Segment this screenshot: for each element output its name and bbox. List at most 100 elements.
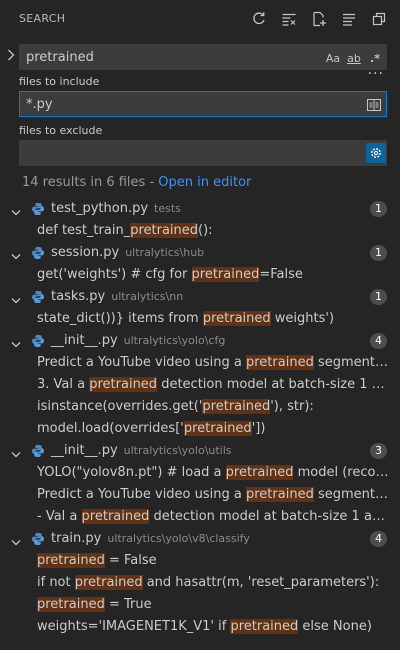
- file-label: train.py ultralytics\yolo\v8\classify: [51, 528, 250, 550]
- match-result-row[interactable]: - Val a pretrained detection model at ba…: [0, 506, 400, 528]
- file-path: tests: [154, 202, 181, 215]
- files-to-include-input[interactable]: [26, 92, 316, 116]
- file-result-row[interactable]: tasks.py ultralytics\nn 1: [0, 286, 400, 308]
- match-prefix: 3. Val a: [37, 377, 90, 392]
- match-highlight: pretrained: [246, 487, 314, 502]
- match-result-row[interactable]: if not pretrained and hasattr(m, 'reset_…: [0, 572, 400, 594]
- file-label: test_python.py tests: [51, 198, 181, 220]
- match-result-row[interactable]: pretrained = False: [0, 550, 400, 572]
- header-actions: [248, 8, 390, 30]
- match-prefix: state_dict())} items from: [37, 311, 203, 326]
- match-case-toggle[interactable]: Aa: [325, 49, 341, 67]
- view-as-tree-icon[interactable]: [368, 8, 390, 30]
- match-prefix: model.load(overrides[': [37, 421, 184, 436]
- match-count-badge: 1: [370, 289, 387, 305]
- file-label: session.py ultralytics\hub: [51, 242, 204, 264]
- file-result-row[interactable]: session.py ultralytics\hub 1: [0, 242, 400, 264]
- file-name: __init__.py: [51, 443, 118, 458]
- match-prefix: Predict a YouTube video using a: [37, 355, 246, 370]
- match-count-badge: 1: [370, 245, 387, 261]
- exclude-label: files to exclude: [19, 124, 103, 137]
- file-name: test_python.py: [51, 201, 149, 216]
- match-prefix: isinstance(overrides.get(': [37, 399, 203, 414]
- exclude-input-box: [19, 140, 387, 166]
- file-result-row[interactable]: __init__.py ultralytics\yolo\cfg 4: [0, 330, 400, 352]
- search-input-box: Aa ab .*: [19, 44, 387, 70]
- include-label: files to include: [19, 75, 100, 88]
- match-highlight: pretrained: [183, 421, 252, 436]
- python-file-icon: [31, 202, 45, 216]
- open-editors-only-icon[interactable]: [366, 96, 382, 114]
- match-result-row[interactable]: state_dict())} items from pretrained wei…: [0, 308, 400, 330]
- search-input[interactable]: [26, 45, 316, 69]
- use-regex-toggle[interactable]: .*: [367, 49, 383, 67]
- file-path: ultralytics\yolo\cfg: [123, 334, 226, 347]
- match-count-badge: 3: [370, 443, 387, 459]
- match-highlight: pretrained: [225, 465, 294, 480]
- match-prefix: def test_train_: [37, 223, 131, 238]
- file-result-row[interactable]: test_python.py tests 1: [0, 198, 400, 220]
- new-search-editor-icon[interactable]: [308, 8, 330, 30]
- match-highlight: pretrained: [89, 377, 158, 392]
- clear-results-icon[interactable]: [278, 8, 300, 30]
- match-count-badge: 4: [370, 531, 387, 547]
- match-count-badge: 4: [370, 333, 387, 349]
- include-input-box: [19, 91, 387, 117]
- chevron-down-icon[interactable]: [10, 534, 22, 546]
- match-prefix: - Val a: [37, 509, 82, 524]
- toggle-search-details-icon[interactable]: ···: [368, 66, 384, 82]
- match-suffix: segmentation mo...: [317, 487, 400, 502]
- match-result-row[interactable]: model.load(overrides['pretrained']): [0, 418, 400, 440]
- file-path: ultralytics\nn: [111, 290, 184, 303]
- chevron-down-icon[interactable]: [10, 292, 22, 304]
- file-result-row[interactable]: __init__.py ultralytics\yolo\utils 3: [0, 440, 400, 462]
- match-suffix: =False: [259, 267, 303, 282]
- match-result-row[interactable]: pretrained = True: [0, 594, 400, 616]
- toggle-replace-chevron-icon[interactable]: [6, 48, 16, 62]
- match-result-row[interactable]: get('weights') # cfg for pretrained=Fals…: [0, 264, 400, 286]
- use-exclude-settings-icon[interactable]: [366, 143, 386, 163]
- file-path: ultralytics\yolo\utils: [123, 444, 232, 457]
- match-result-row[interactable]: 3. Val a pretrained detection model at b…: [0, 374, 400, 396]
- chevron-down-icon[interactable]: [10, 336, 22, 348]
- match-highlight: pretrained: [191, 267, 260, 282]
- results-summary: 14 results in 6 files - Open in editor: [22, 175, 251, 190]
- python-file-icon: [31, 290, 45, 304]
- match-result-row[interactable]: YOLO("yolov8n.pt") # load a pretrained m…: [0, 462, 400, 484]
- match-prefix: get('weights') # cfg for: [37, 267, 192, 282]
- file-label: __init__.py ultralytics\yolo\cfg: [51, 330, 225, 352]
- match-result-row[interactable]: Predict a YouTube video using a pretrain…: [0, 484, 400, 506]
- match-highlight: pretrained: [246, 355, 314, 370]
- match-highlight: pretrained: [202, 399, 271, 414]
- file-result-row[interactable]: train.py ultralytics\yolo\v8\classify 4: [0, 528, 400, 550]
- match-result-row[interactable]: weights='IMAGENET1K_V1' if pretrained el…: [0, 616, 400, 638]
- chevron-down-icon[interactable]: [10, 204, 22, 216]
- file-path: ultralytics\yolo\v8\classify: [107, 532, 250, 545]
- python-file-icon: [31, 532, 45, 546]
- match-suffix: and hasattr(m, 'reset_parameters'):: [142, 575, 380, 590]
- match-suffix: ']): [251, 421, 266, 436]
- match-suffix: = True: [104, 597, 152, 612]
- match-suffix: '), str):: [270, 399, 314, 414]
- match-result-row[interactable]: isinstance(overrides.get('pretrained'), …: [0, 396, 400, 418]
- match-prefix: YOLO("yolov8n.pt") # load a: [37, 465, 226, 480]
- match-prefix: if not: [37, 575, 75, 590]
- file-name: session.py: [51, 245, 120, 260]
- match-suffix: detection model at batch-size 1 and imag…: [153, 509, 400, 524]
- match-highlight: pretrained: [130, 223, 199, 238]
- match-suffix: else None): [298, 619, 372, 634]
- results-count-text: 14 results in 6 files -: [22, 175, 159, 190]
- match-prefix: Predict a YouTube video using a: [37, 487, 246, 502]
- refresh-icon[interactable]: [248, 8, 270, 30]
- files-to-exclude-input[interactable]: [26, 141, 316, 165]
- match-result-row[interactable]: Predict a YouTube video using a pretrain…: [0, 352, 400, 374]
- chevron-down-icon[interactable]: [10, 446, 22, 458]
- open-in-editor-link[interactable]: Open in editor: [158, 175, 251, 190]
- python-file-icon: [31, 246, 45, 260]
- chevron-down-icon[interactable]: [10, 248, 22, 260]
- file-label: __init__.py ultralytics\yolo\utils: [51, 440, 232, 462]
- collapse-all-icon[interactable]: [338, 8, 360, 30]
- match-result-row[interactable]: def test_train_pretrained():: [0, 220, 400, 242]
- search-view-header: SEARCH: [0, 0, 400, 38]
- match-whole-word-toggle[interactable]: ab: [345, 49, 363, 67]
